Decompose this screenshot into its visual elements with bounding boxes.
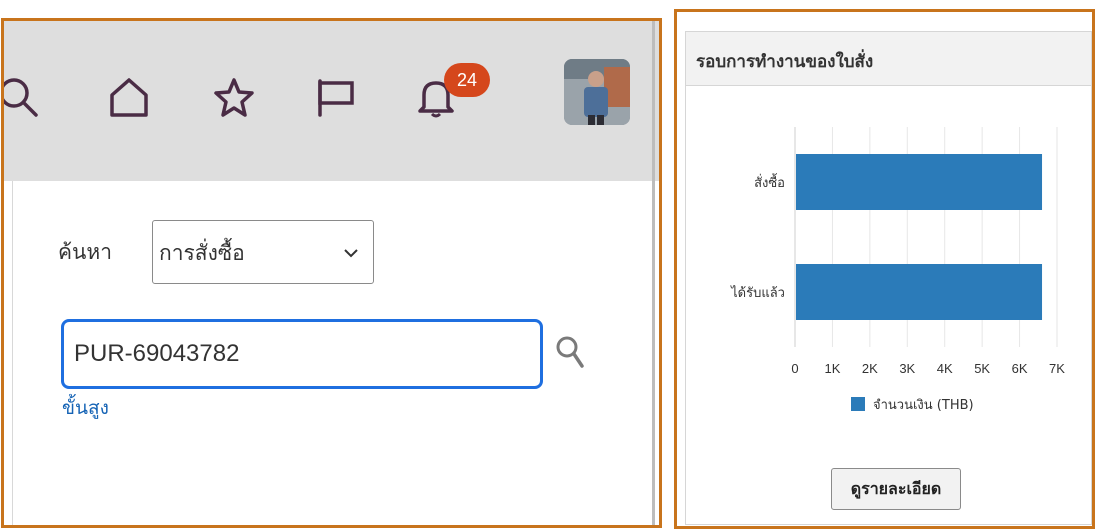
panel-divider [652,21,655,525]
search-category-value: การสั่งซื้อ [159,241,245,265]
search-label: ค้นหา [58,240,113,264]
chart-bar [796,154,1043,210]
user-avatar[interactable] [564,59,630,125]
x-tick-label: 1K [824,361,840,376]
y-category-label: ได้รับแล้ว [730,285,785,301]
order-lifecycle-panel: รอบการทำงานของใบสั่ง 0 1K 2K 3K 4K 5K 6K 7K สั่ง… [674,9,1095,529]
card-title: รอบการทำงานของใบสั่ง [696,52,874,72]
search-category-select[interactable]: การสั่งซื้อ [152,220,374,284]
notification-count-badge[interactable]: 24 [444,63,490,97]
search-input-box [61,319,543,389]
x-tick-label: 6K [1012,361,1028,376]
magnifier-icon[interactable] [554,334,586,370]
x-tick-label: 3K [899,361,915,376]
legend-label: จำนวนเงิน (THB) [873,397,974,413]
search-input[interactable] [74,336,524,372]
order-lifecycle-card: รอบการทำงานของใบสั่ง 0 1K 2K 3K 4K 5K 6K 7K สั่ง… [685,31,1092,525]
x-tick-label: 7K [1049,361,1065,376]
order-amount-chart: 0 1K 2K 3K 4K 5K 6K 7K สั่งซื้อได้รับแล้ว [730,127,1065,376]
star-icon[interactable] [212,75,256,119]
x-tick-label: 0 [791,361,798,376]
advanced-search-link[interactable]: ขั้นสูง [62,393,109,423]
chart-legend: จำนวนเงิน (THB) [851,394,974,414]
y-category-label: สั่งซื้อ [754,173,785,191]
x-tick-label: 2K [862,361,878,376]
left-edge-divider [12,181,13,525]
global-header: 24 [4,21,659,181]
chart-bar [796,264,1043,320]
view-details-button[interactable]: ดูรายละเอียด [831,468,961,510]
search-panel: 24 ค้นหา การสั่งซื้อ ขั้นสูง [1,18,662,528]
home-icon[interactable] [107,75,151,119]
card-header: รอบการทำงานของใบสั่ง [686,32,1091,86]
x-tick-label: 5K [974,361,990,376]
chevron-down-icon [343,245,359,261]
flag-icon[interactable] [314,75,358,119]
legend-swatch [851,397,865,411]
search-icon[interactable] [4,75,40,119]
x-tick-label: 4K [937,361,953,376]
